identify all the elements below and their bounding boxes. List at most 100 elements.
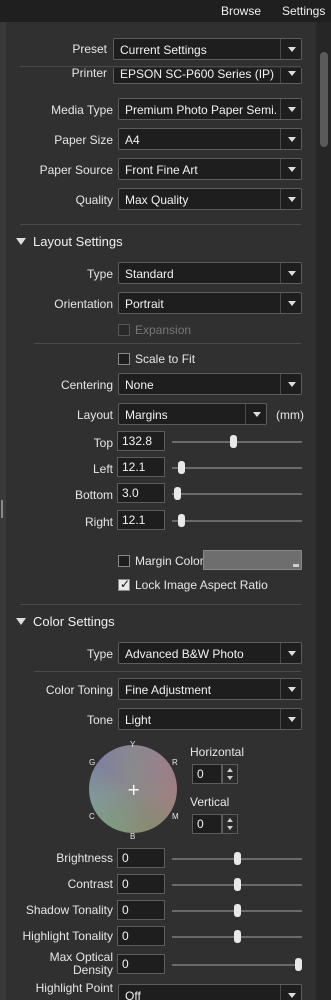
margin-left-slider-knob[interactable] [178,461,185,474]
layout-mode-dropdown[interactable]: Margins [118,403,267,425]
tone-dropdown[interactable]: Light [118,708,302,730]
chevron-down-icon [280,39,301,59]
browse-tab[interactable]: Browse [221,4,261,18]
margin-top-label: Top [93,436,113,450]
centering-label: Centering [60,378,113,392]
horizontal-input[interactable]: 0 [192,764,222,784]
contrast-label: Contrast [67,877,113,891]
chevron-down-icon [280,679,301,699]
margin-right-slider-track[interactable] [172,520,302,522]
horizontal-label: Horizontal [190,745,245,759]
margin-color-label: Margin Color [135,554,204,568]
top-bar: Browse Settings [0,0,331,22]
quality-dropdown[interactable]: Max Quality [118,188,302,210]
chevron-down-icon [280,189,301,209]
max-optical-density-slider-knob[interactable] [295,958,302,971]
margin-top-slider-knob[interactable] [230,435,237,448]
max-optical-density-input[interactable]: 0 [117,954,165,974]
margin-bottom-slider-knob[interactable] [174,487,181,500]
margin-right-input[interactable]: 12.1 [117,510,165,530]
layout-type-dropdown[interactable]: Standard [118,262,302,284]
color-toning-dropdown[interactable]: Fine Adjustment [118,678,302,700]
orientation-dropdown[interactable]: Portrait [118,292,302,314]
divider [34,343,301,344]
vertical-label: Vertical [190,795,230,809]
margin-right-label: Right [84,515,113,529]
swatch-corner-icon [293,564,299,567]
shadow-tonality-label: Shadow Tonality [25,903,113,917]
highlight-tonality-input[interactable]: 0 [117,926,165,946]
expansion-label: Expansion [135,323,192,337]
vertical-input[interactable]: 0 [192,814,222,834]
orientation-label: Orientation [54,297,113,311]
preset-dropdown[interactable]: Current Settings [113,38,302,60]
disclosure-triangle-icon [16,618,26,625]
paper-source-label: Paper Source [39,163,113,177]
scale-to-fit-checkbox[interactable] [118,353,130,365]
margin-left-slider-track[interactable] [172,467,302,469]
chevron-down-icon [280,99,301,119]
centering-dropdown[interactable]: None [118,373,302,395]
wheel-label-c: C [89,812,95,821]
margin-left-label: Left [92,462,113,476]
media-type-label: Media Type [51,103,113,117]
wheel-label-y: Y [130,740,136,749]
printer-dropdown[interactable]: EPSON SC-P600 Series (IP) [113,68,302,84]
max-optical-density-label: Max Optical Density [49,950,113,977]
margin-color-checkbox[interactable] [118,555,130,567]
color-settings-heading: Color Settings [33,614,115,629]
highlight-tonality-label: Highlight Tonality [22,929,114,943]
margin-top-input[interactable]: 132.8 [117,431,165,451]
brightness-input[interactable]: 0 [117,848,165,868]
quality-label: Quality [75,193,113,207]
contrast-input[interactable]: 0 [117,874,165,894]
margin-color-swatch[interactable] [203,550,302,570]
margin-right-slider-knob[interactable] [178,514,185,527]
paper-source-dropdown[interactable]: Front Fine Art [118,158,302,180]
crosshair-icon[interactable]: + [127,780,140,799]
layout-type-label: Type [86,267,113,281]
max-optical-density-slider-track[interactable] [172,964,302,966]
resize-handle-icon[interactable] [1,500,3,518]
wheel-label-g: G [89,758,96,767]
brightness-slider-knob[interactable] [234,852,241,865]
contrast-slider-knob[interactable] [234,878,241,891]
color-type-dropdown[interactable]: Advanced B&W Photo [118,642,302,664]
color-toning-label: Color Toning [45,683,113,697]
paper-size-label: Paper Size [54,133,113,147]
printer-row-clip: Printer EPSON SC-P600 Series (IP) [6,68,311,90]
vertical-stepper[interactable] [222,814,238,834]
lock-aspect-ratio-checkbox[interactable] [118,577,130,591]
chevron-down-icon [280,293,301,313]
wheel-label-r: R [172,758,178,767]
scrollbar-thumb[interactable] [320,52,328,147]
expansion-checkbox[interactable] [118,324,130,336]
margin-top-slider-track[interactable] [172,441,302,443]
divider [20,604,301,605]
layout-mode-label: Layout [76,408,113,422]
tone-label: Tone [86,713,113,727]
shadow-tonality-input[interactable]: 0 [117,900,165,920]
chevron-down-icon [280,129,301,149]
lock-aspect-ratio-label: Lock Image Aspect Ratio [135,578,268,592]
layout-settings-header[interactable]: Layout Settings [12,233,302,251]
unit-label: (mm) [276,408,304,422]
margin-bottom-input[interactable]: 3.0 [117,483,165,503]
highlight-tonality-slider-knob[interactable] [234,930,241,943]
preset-label: Preset [72,42,107,56]
divider [20,66,301,67]
brightness-label: Brightness [56,851,113,865]
margin-bottom-slider-track[interactable] [172,493,302,495]
paper-size-dropdown[interactable]: A4 [118,128,302,150]
divider [34,671,301,672]
settings-tab[interactable]: Settings [282,4,325,18]
scrollbar[interactable] [317,22,331,1000]
media-type-dropdown[interactable]: Premium Photo Paper Semi... [118,98,302,120]
margin-left-input[interactable]: 12.1 [117,457,165,477]
color-settings-header[interactable]: Color Settings [12,613,302,631]
highlight-point-label: Highlight Point [35,981,113,995]
highlight-point-dropdown[interactable]: Off [118,984,302,1000]
shadow-tonality-slider-knob[interactable] [234,904,241,917]
printer-label: Printer [71,68,107,80]
horizontal-stepper[interactable] [222,764,238,784]
